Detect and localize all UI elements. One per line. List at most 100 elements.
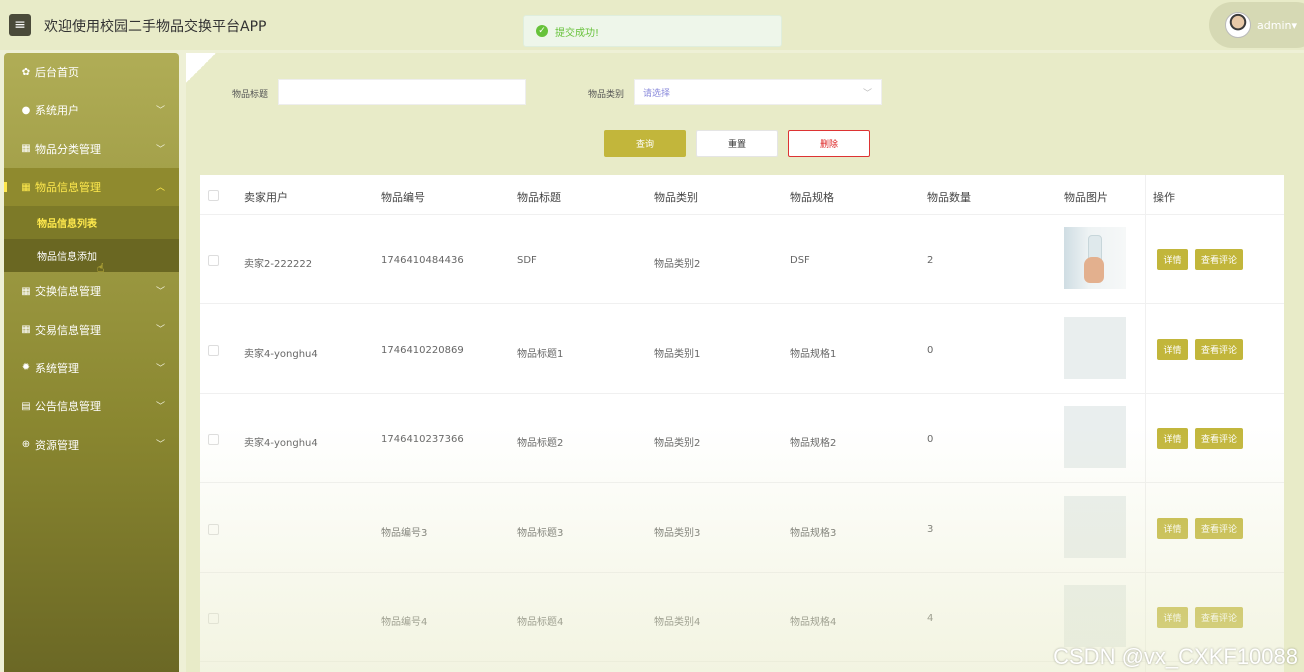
detail-button[interactable]: 详情 [1157,518,1188,539]
sidebar-item-trade[interactable]: ▦ 交易信息管理 ﹀ [4,310,179,348]
spec-cell: 物品规格2 [790,438,837,449]
sidebar-item-goods[interactable]: ▦ 物品信息管理 ︿ [4,167,179,207]
sidebar-item-users[interactable]: ● 系统用户 ﹀ [4,91,179,129]
title-cell: 物品标题4 [517,617,564,628]
chevron-up-icon: ︿ [155,182,165,193]
column-header-quantity: 物品数量 [927,191,971,204]
hamburger-icon[interactable]: ≡ [9,14,31,36]
product-image[interactable] [1064,406,1126,468]
sidebar-item-system[interactable]: ✹ 系统管理 ﹀ [4,349,179,387]
code-cell: 1746410484436 [381,255,464,266]
sidebar-item-home[interactable]: ✿ 后台首页 [4,53,179,91]
success-toast: ✓ 提交成功! [523,15,782,47]
category-cell: 物品类别3 [654,528,701,539]
gear-icon: ✹ [21,362,31,374]
table-header: 卖家用户 物品编号 物品标题 物品类别 物品规格 物品数量 物品图片 操作 [200,175,1284,215]
chevron-down-icon: ﹀ [155,287,165,298]
grid-icon: ▦ [21,181,31,193]
product-image[interactable] [1064,227,1126,289]
spec-cell: 物品规格1 [790,349,837,360]
view-comments-button[interactable]: 查看评论 [1195,249,1243,270]
view-comments-button[interactable]: 查看评论 [1195,518,1243,539]
table-row: 卖家4-yonghu4 1746410237366 物品标题2 物品类别2 物品… [200,394,1284,483]
sidebar-subitem-goods-list[interactable]: 物品信息列表 [4,206,179,240]
view-comments-button[interactable]: 查看评论 [1195,607,1243,628]
top-bar: ≡ 欢迎使用校园二手物品交换平台APP ✓ 提交成功! admin▾ [0,0,1304,50]
column-header-spec: 物品规格 [790,191,834,204]
category-cell: 物品类别2 [654,438,701,449]
sidebar-subitem-label: 物品信息列表 [37,219,97,231]
chevron-down-icon: ﹀ [155,144,165,155]
category-cell: 物品类别1 [654,349,701,360]
product-image[interactable] [1064,317,1126,379]
detail-button[interactable]: 详情 [1157,428,1188,449]
row-checkbox[interactable] [208,524,219,535]
sidebar-item-notice[interactable]: ▤ 公告信息管理 ﹀ [4,387,179,425]
sidebar-item-label: 系统用户 [35,104,79,118]
code-cell: 物品编号4 [381,617,428,628]
title-cell: 物品标题3 [517,528,564,539]
plus-circle-icon: ⊕ [21,439,31,451]
category-filter-label: 物品类别 [588,90,625,100]
code-cell: 1746410237366 [381,434,464,445]
view-comments-button[interactable]: 查看评论 [1195,339,1243,360]
toast-message: 提交成功! [555,27,600,39]
row-checkbox[interactable] [208,434,219,445]
spec-cell: DSF [790,255,810,266]
spec-cell: 物品规格4 [790,617,837,628]
sidebar-item-exchange[interactable]: ▦ 交换信息管理 ﹀ [4,272,179,310]
goods-table: 卖家用户 物品编号 物品标题 物品类别 物品规格 物品数量 物品图片 操作 卖家… [200,175,1284,672]
sidebar-subitem-label: 物品信息添加 [37,252,97,264]
check-circle-icon: ✓ [536,25,548,37]
grid-icon: ▦ [21,285,31,297]
code-cell: 物品编号3 [381,528,428,539]
sidebar-item-label: 交易信息管理 [35,323,101,337]
product-image[interactable] [1064,585,1126,647]
detail-button[interactable]: 详情 [1157,249,1188,270]
code-cell: 1746410220869 [381,345,464,356]
row-checkbox[interactable] [208,345,219,356]
detail-button[interactable]: 详情 [1157,339,1188,360]
sidebar-item-label: 物品分类管理 [35,142,101,156]
chevron-down-icon: ﹀ [862,89,872,99]
category-filter-select[interactable]: 请选择 ﹀ [634,79,882,105]
reset-button[interactable]: 重置 [696,130,778,157]
table-row: 卖家2-222222 1746410484436 SDF 物品类别2 DSF 2… [200,215,1284,304]
sidebar-subitem-goods-add[interactable]: 物品信息添加 [4,239,179,273]
chevron-down-icon: ﹀ [155,325,165,336]
column-header-seller: 卖家用户 [244,191,288,204]
column-header-actions: 操作 [1153,191,1175,204]
row-checkbox[interactable] [208,255,219,266]
chevron-down-icon: ﹀ [155,402,165,413]
sidebar-item-resource[interactable]: ⊕ 资源管理 ﹀ [4,425,179,463]
chevron-down-icon: ﹀ [155,363,165,374]
product-image[interactable] [1064,496,1126,558]
user-menu[interactable]: admin▾ [1209,2,1304,48]
sidebar-item-category[interactable]: ▦ 物品分类管理 ﹀ [4,130,179,168]
user-name: admin▾ [1257,18,1297,32]
pointer-cursor-icon: ☝ [97,261,105,275]
main-content: 物品标题 物品类别 请选择 ﹀ 查询 重置 删除 卖家用户 物品编号 物品标题 … [186,53,1304,672]
watermark: CSDN @vx_CXKF10088 [1053,644,1298,669]
quantity-cell: 0 [927,345,934,356]
sidebar-item-label: 公告信息管理 [35,400,101,414]
column-header-category: 物品类别 [654,191,698,204]
quantity-cell: 4 [927,613,934,624]
sidebar-item-label: 交换信息管理 [35,285,101,299]
app-title: 欢迎使用校园二手物品交换平台APP [44,19,267,35]
row-checkbox[interactable] [208,613,219,624]
select-all-checkbox[interactable] [208,190,219,201]
grid-icon: ▦ [21,143,31,155]
title-cell: 物品标题1 [517,349,564,360]
table-row: 物品编号3 物品标题3 物品类别3 物品规格3 3 详情 查看评论 [200,484,1284,573]
title-filter-label: 物品标题 [232,90,269,100]
chevron-down-icon: ▾ [1291,18,1297,32]
detail-button[interactable]: 详情 [1157,607,1188,628]
delete-button[interactable]: 删除 [788,130,870,157]
view-comments-button[interactable]: 查看评论 [1195,428,1243,449]
query-button[interactable]: 查询 [604,130,686,157]
column-header-code: 物品编号 [381,191,425,204]
column-header-image: 物品图片 [1064,191,1108,204]
title-filter-input[interactable] [278,79,526,105]
title-cell: SDF [517,255,537,266]
